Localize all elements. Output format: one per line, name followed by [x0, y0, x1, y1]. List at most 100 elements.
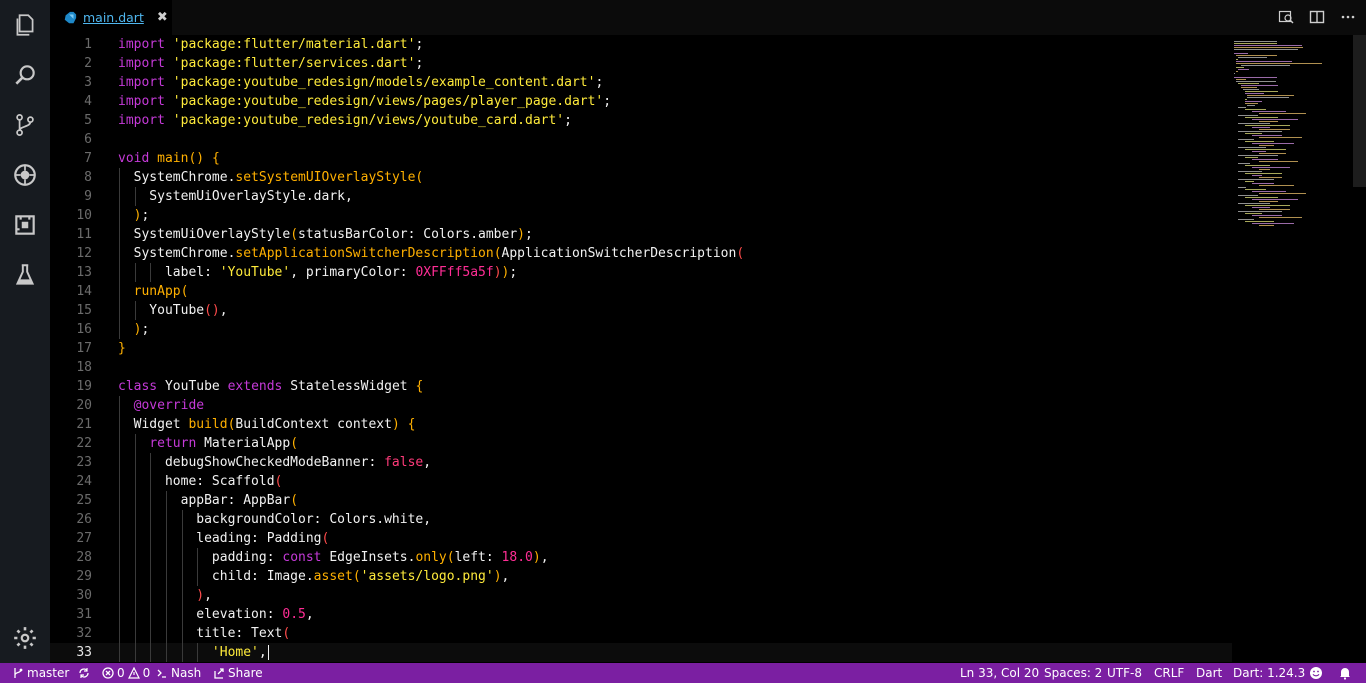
code-line[interactable]: 21 Widget build(BuildContext context) { — [50, 415, 1232, 434]
cursor-position[interactable]: Ln 33, Col 20 — [960, 663, 1039, 683]
dart-sdk-version[interactable]: Dart: 1.24.3 — [1233, 663, 1305, 683]
code-line[interactable]: 24 home: Scaffold( — [50, 472, 1232, 491]
feedback-smiley-icon[interactable] — [1309, 663, 1323, 683]
minimap-line — [1238, 139, 1254, 140]
tab-main-dart[interactable]: main.dart ✖ — [50, 0, 172, 35]
minimap[interactable] — [1232, 35, 1352, 663]
minimap-line — [1238, 155, 1278, 156]
line-ending[interactable]: CRLF — [1154, 663, 1184, 683]
encoding[interactable]: UTF-8 — [1107, 663, 1142, 683]
code-line[interactable]: 29 child: Image.asset('assets/logo.png')… — [50, 567, 1232, 586]
code-text: child: Image.asset('assets/logo.png'), — [118, 569, 510, 584]
notifications-bell-icon[interactable] — [1338, 663, 1352, 683]
code-line[interactable]: 12 SystemChrome.setApplicationSwitcherDe… — [50, 244, 1232, 263]
minimap-line — [1245, 99, 1248, 100]
code-editor[interactable]: 1 import 'package:flutter/material.dart';… — [50, 35, 1366, 663]
code-line[interactable]: 26 backgroundColor: Colors.white, — [50, 510, 1232, 529]
minimap-line — [1252, 159, 1278, 160]
code-line[interactable]: 22 return MaterialApp( — [50, 434, 1232, 453]
open-preview-icon[interactable] — [1277, 8, 1295, 26]
branch-indicator[interactable]: master — [12, 663, 69, 683]
language-mode[interactable]: Dart — [1196, 663, 1222, 683]
share-button[interactable]: Share — [213, 663, 263, 683]
minimap-line — [1242, 89, 1260, 90]
code-line[interactable]: 2 import 'package:flutter/services.dart'; — [50, 54, 1232, 73]
split-editor-icon[interactable] — [1308, 8, 1326, 26]
code-text: import 'package:youtube_redesign/views/y… — [118, 113, 572, 128]
code-line[interactable]: 7 void main() { — [50, 149, 1232, 168]
code-line[interactable]: 30 ), — [50, 586, 1232, 605]
line-number: 9 — [84, 189, 92, 204]
code-line[interactable]: 3 import 'package:youtube_redesign/models… — [50, 73, 1232, 92]
shell-indicator[interactable]: Nash — [156, 663, 201, 683]
minimap-line — [1252, 199, 1298, 200]
minimap-line — [1245, 117, 1278, 118]
minimap-line — [1236, 59, 1239, 60]
code-line[interactable]: 20 @override — [50, 396, 1232, 415]
code-line[interactable]: 14 runApp( — [50, 282, 1232, 301]
close-icon[interactable]: ✖ — [157, 10, 168, 25]
minimap-line — [1245, 141, 1274, 142]
minimap-line — [1245, 213, 1262, 214]
code-line[interactable]: 32 title: Text( — [50, 624, 1232, 643]
minimap-line — [1240, 87, 1258, 88]
debug-icon[interactable] — [0, 150, 50, 200]
minimap-line — [1259, 145, 1274, 146]
line-number: 2 — [84, 56, 92, 71]
shell-name: Nash — [171, 666, 202, 680]
code-text: YouTube(), — [118, 303, 228, 318]
source-control-icon[interactable] — [0, 100, 50, 150]
code-line[interactable]: 16 ); — [50, 320, 1232, 339]
line-number: 27 — [76, 531, 92, 546]
code-line[interactable]: 5 import 'package:youtube_redesign/views/… — [50, 111, 1232, 130]
code-text: ); — [133, 322, 150, 337]
test-flask-icon[interactable] — [0, 250, 50, 300]
code-line[interactable]: 17} — [50, 339, 1232, 358]
explorer-icon[interactable] — [0, 0, 50, 50]
share-label: Share — [228, 666, 263, 680]
minimap-line — [1238, 147, 1266, 148]
minimap-line — [1252, 207, 1270, 208]
minimap-line — [1245, 103, 1259, 104]
code-line[interactable]: 11 SystemUiOverlayStyle(statusBarColor: … — [50, 225, 1232, 244]
code-line[interactable]: 1 import 'package:flutter/material.dart'; — [50, 35, 1232, 54]
search-icon[interactable] — [0, 50, 50, 100]
scrollbar-thumb[interactable] — [1353, 35, 1366, 187]
minimap-line — [1245, 125, 1290, 126]
problems-indicator[interactable]: 0 0 — [102, 663, 150, 683]
settings-gear-icon[interactable] — [0, 613, 50, 663]
minimap-line — [1245, 101, 1262, 102]
code-line[interactable]: 33 'Home', — [50, 643, 1232, 662]
minimap-line — [1238, 163, 1250, 164]
code-line[interactable]: 8 SystemChrome.setSystemUIOverlayStyle( — [50, 168, 1232, 187]
line-number: 32 — [76, 626, 92, 641]
minimap-line — [1259, 193, 1306, 194]
code-line[interactable]: 9 SystemUiOverlayStyle.dark, — [50, 187, 1232, 206]
code-line[interactable]: 4 import 'package:youtube_redesign/views/… — [50, 92, 1232, 111]
minimap-line — [1259, 217, 1302, 218]
indentation[interactable]: Spaces: 2 — [1044, 663, 1102, 683]
more-actions-icon[interactable] — [1339, 8, 1357, 26]
code-line[interactable]: 18 — [50, 358, 1232, 377]
code-line[interactable]: 10 ); — [50, 206, 1232, 225]
minimap-line — [1252, 167, 1290, 168]
code-line[interactable]: 25 appBar: AppBar( — [50, 491, 1232, 510]
code-line[interactable]: 28 padding: const EdgeInsets.only(left: … — [50, 548, 1232, 567]
error-icon — [102, 667, 114, 679]
extensions-icon[interactable] — [0, 200, 50, 250]
language-text: Dart — [1196, 666, 1223, 680]
minimap-line — [1238, 131, 1282, 132]
minimap-line — [1259, 169, 1270, 170]
error-count: 0 — [117, 666, 125, 680]
code-line[interactable]: 27 leading: Padding( — [50, 529, 1232, 548]
minimap-line — [1234, 73, 1236, 74]
code-line[interactable]: 31 elevation: 0.5, — [50, 605, 1232, 624]
code-line[interactable]: 19 class YouTube extends StatelessWidget … — [50, 377, 1232, 396]
code-line[interactable]: 13 label: 'YouTube', primaryColor: 0XFFf… — [50, 263, 1232, 282]
code-text: return MaterialApp( — [149, 436, 299, 451]
sync-icon[interactable] — [78, 663, 90, 683]
code-line[interactable]: 15 YouTube(), — [50, 301, 1232, 320]
code-line[interactable]: 23 debugShowCheckedModeBanner: false, — [50, 453, 1232, 472]
code-line[interactable]: 6 — [50, 130, 1232, 149]
minimap-line — [1259, 201, 1278, 202]
